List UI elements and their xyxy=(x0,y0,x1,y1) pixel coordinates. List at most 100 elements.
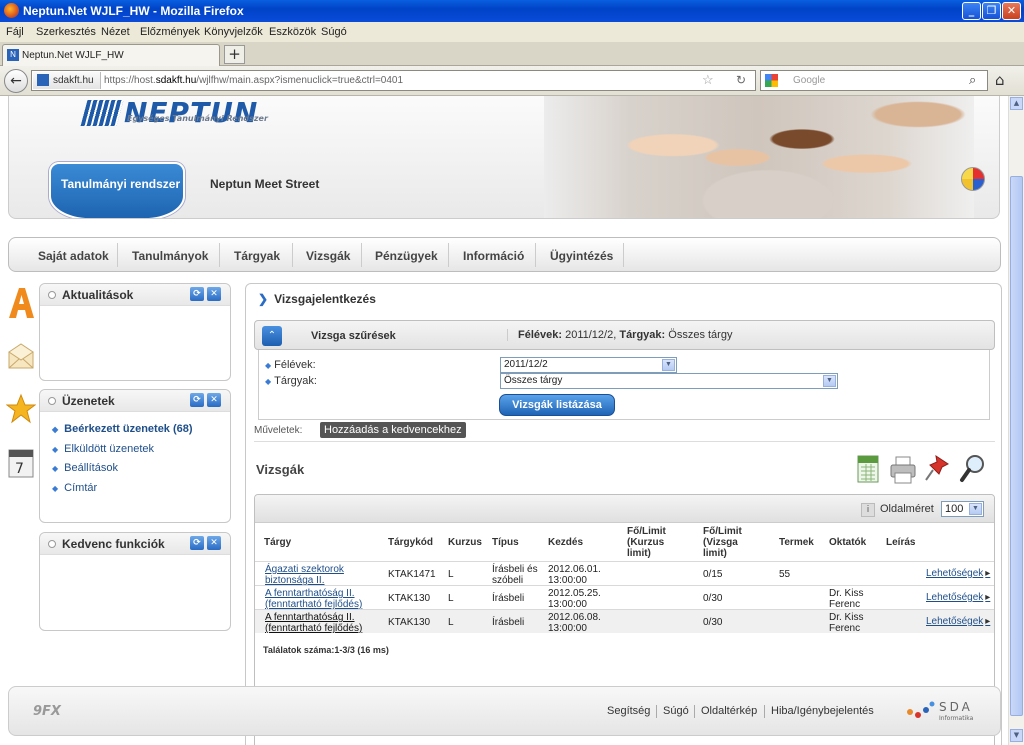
menu-vizsgak[interactable]: Vizsgák xyxy=(306,249,350,263)
vertical-scrollbar[interactable]: ▲ ▼ xyxy=(1008,96,1024,745)
excel-export-icon[interactable] xyxy=(854,452,882,486)
menu-ugyintezes[interactable]: Ügyintézés xyxy=(550,249,613,263)
menu-bookmarks[interactable]: Könyvjelzők xyxy=(204,26,263,38)
color-theme-icon[interactable] xyxy=(961,167,985,191)
close-icon[interactable]: ✕ xyxy=(207,287,221,301)
scrollbar-thumb[interactable] xyxy=(1010,176,1023,716)
search-placeholder: Google xyxy=(793,75,826,86)
back-arrow-icon[interactable]: ← xyxy=(4,69,28,93)
link-settings-label: Beállítások xyxy=(64,462,118,474)
search-box[interactable]: Google ⌕ xyxy=(760,70,988,91)
tab-tanulmanyi-rendszer[interactable]: Tanulmányi rendszer xyxy=(49,162,185,218)
col-subject[interactable]: Tárgy xyxy=(264,537,291,548)
semester-select[interactable]: 2011/12/2 ▼ xyxy=(500,357,677,373)
menu-view[interactable]: Nézet xyxy=(101,26,130,38)
subject-link[interactable]: A fenntarthatóság II. (fenntartható fejl… xyxy=(265,612,383,634)
subject-link[interactable]: Ágazati szektorok biztonsága II. xyxy=(265,564,383,586)
star-icon[interactable] xyxy=(6,392,36,426)
link-settings[interactable]: ◆ Beállítások xyxy=(52,462,118,474)
neptun-header: NEPTUN Egységes Tanulmányi Rendszer Tanu… xyxy=(8,96,1000,219)
col-course[interactable]: Kurzus xyxy=(448,537,482,548)
link-inbox[interactable]: ◆ Beérkezett üzenetek (68) xyxy=(52,423,193,435)
footer-link-help[interactable]: Segítség xyxy=(607,705,650,717)
options-link[interactable]: Lehetőségek xyxy=(926,616,990,627)
add-to-favorites-button[interactable]: Hozzáadás a kedvencekhez xyxy=(320,422,466,438)
link-directory[interactable]: ◆ Címtár xyxy=(52,482,97,494)
tab-meet-street[interactable]: Neptun Meet Street xyxy=(210,177,319,191)
menu-edit[interactable]: Szerkesztés xyxy=(36,26,96,38)
search-icon[interactable]: ⌕ xyxy=(969,72,976,88)
subject-select[interactable]: Összes tárgy ▼ xyxy=(500,373,838,389)
link-sent-label: Elküldött üzenetek xyxy=(64,443,155,455)
col-start[interactable]: Kezdés xyxy=(548,537,583,548)
scroll-up-icon[interactable]: ▲ xyxy=(1010,97,1023,110)
minimize-button[interactable]: _ xyxy=(962,2,981,20)
cell-course: L xyxy=(448,617,454,628)
menu-history[interactable]: Előzmények xyxy=(140,26,200,38)
news-panel-header: Aktualitások ⟳ ✕ xyxy=(40,284,230,306)
menu-divider xyxy=(292,243,293,267)
url-text: https://host.sdakft.hu/wjlfhw/main.aspx?… xyxy=(104,75,403,86)
menu-help[interactable]: Súgó xyxy=(321,26,347,38)
menu-divider xyxy=(361,243,362,267)
refresh-icon[interactable]: ⟳ xyxy=(190,536,204,550)
menu-sajat-adatok[interactable]: Saját adatok xyxy=(38,249,109,263)
pin-icon[interactable] xyxy=(924,452,952,486)
col-description[interactable]: Leírás xyxy=(886,537,915,548)
new-tab-button[interactable]: + xyxy=(224,45,245,64)
options-link[interactable]: Lehetőségek xyxy=(926,568,990,579)
results-count: Találatok száma:1-3/3 (16 ms) xyxy=(263,645,389,655)
home-icon[interactable]: ⌂ xyxy=(995,71,1005,89)
menu-tanulmanyok[interactable]: Tanulmányok xyxy=(132,249,208,263)
summary-sem-label: Félévek: xyxy=(518,329,563,341)
list-exams-button[interactable]: Vizsgák listázása xyxy=(499,394,615,416)
maximize-button[interactable]: ❐ xyxy=(982,2,1001,20)
link-inbox-label: Beérkezett üzenetek (68) xyxy=(64,423,193,435)
news-a-icon[interactable] xyxy=(6,286,36,320)
calendar-icon[interactable]: 7 xyxy=(6,446,36,480)
neptun-logo-mark-icon xyxy=(80,100,124,126)
exam-registration-panel: ❯ Vizsgajelentkezés ⌃ Vizsga szűrések Fél… xyxy=(245,283,1002,745)
col-teacher[interactable]: Oktatók xyxy=(829,537,866,548)
col-exam-limit[interactable]: Fő/Limit (Vizsga limit) xyxy=(703,526,763,559)
envelope-icon[interactable] xyxy=(6,340,36,374)
google-icon xyxy=(765,74,778,87)
menu-tools[interactable]: Eszközök xyxy=(269,26,316,38)
reload-icon[interactable]: ↻ xyxy=(736,73,746,87)
url-prefix: https://host. xyxy=(104,75,156,86)
menu-targyak[interactable]: Tárgyak xyxy=(234,249,280,263)
bullet-icon: ◆ xyxy=(52,445,59,454)
col-type[interactable]: Típus xyxy=(492,537,519,548)
menu-penzugyek[interactable]: Pénzügyek xyxy=(375,249,438,263)
collapse-filter-icon[interactable]: ⌃ xyxy=(262,326,282,346)
info-icon[interactable]: i xyxy=(861,503,875,517)
menu-informacio[interactable]: Információ xyxy=(463,249,524,263)
col-course-limit[interactable]: Fő/Limit (Kurzus limit) xyxy=(627,526,687,559)
messages-panel-title: Üzenetek xyxy=(62,394,115,408)
url-bar[interactable]: sdakft.hu https://host.sdakft.hu/wjlfhw/… xyxy=(31,70,756,91)
site-identity-badge[interactable]: sdakft.hu xyxy=(33,72,101,89)
footer-link-report[interactable]: Hiba/Igénybejelentés xyxy=(771,705,874,717)
scroll-down-icon[interactable]: ▼ xyxy=(1010,729,1023,742)
bookmark-star-icon[interactable]: ☆ xyxy=(702,72,714,88)
print-icon[interactable] xyxy=(889,452,917,486)
options-link[interactable]: Lehetőségek xyxy=(926,592,990,603)
page-size-select[interactable]: 100 ▼ xyxy=(941,501,984,517)
close-button[interactable]: ✕ xyxy=(1002,2,1021,20)
refresh-icon[interactable]: ⟳ xyxy=(190,287,204,301)
operations-label: Műveletek: xyxy=(254,425,303,436)
col-code[interactable]: Tárgykód xyxy=(388,537,433,548)
close-icon[interactable]: ✕ xyxy=(207,536,221,550)
sda-subtext: Informatika xyxy=(939,715,974,722)
magnifier-icon[interactable] xyxy=(959,452,987,486)
footer-link-sitemap[interactable]: Oldaltérkép xyxy=(701,705,757,717)
close-icon[interactable]: ✕ xyxy=(207,393,221,407)
col-room[interactable]: Termek xyxy=(779,537,814,548)
summary-subj-label: Tárgyak: xyxy=(619,329,666,341)
refresh-icon[interactable]: ⟳ xyxy=(190,393,204,407)
browser-tab[interactable]: N Neptun.Net WJLF_HW xyxy=(2,44,220,66)
subject-link[interactable]: A fenntarthatóság II. (fenntartható fejl… xyxy=(265,588,383,610)
menu-file[interactable]: Fájl xyxy=(6,26,24,38)
link-sent[interactable]: ◆ Elküldött üzenetek xyxy=(52,443,154,455)
footer-link-manual[interactable]: Súgó xyxy=(663,705,689,717)
